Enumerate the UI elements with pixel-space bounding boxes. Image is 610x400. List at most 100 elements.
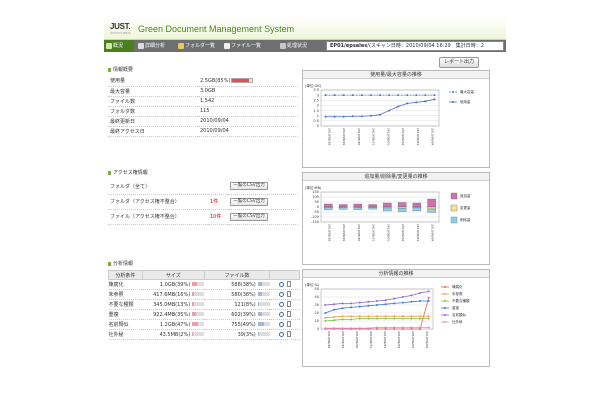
magnifier-icon[interactable] [278, 281, 284, 287]
data-point [350, 318, 353, 321]
data-point [393, 302, 396, 305]
tab-process-status-label: 処理状況 [287, 43, 308, 49]
analysis-condition: 未参照 [108, 289, 143, 300]
data-point [433, 98, 436, 101]
file-icon [224, 43, 230, 49]
info-row: フォルダ数 115 [108, 106, 298, 117]
data-point [342, 94, 345, 97]
files-bar-fill [257, 312, 263, 316]
tab-detail-analysis[interactable]: 詳細分析 [136, 40, 174, 52]
usage-bar-fill [232, 78, 250, 82]
analysis-files-value: 39(3%) [237, 331, 256, 338]
files-bar [257, 302, 270, 306]
tab-overview[interactable]: 概況 [104, 40, 134, 52]
data-point [427, 290, 430, 293]
size-bar-fill [192, 282, 197, 286]
analysis-row: 不要な種類 345.0MB(13%) 121(8%) [108, 299, 300, 310]
csv-export-button[interactable]: 一覧のCSV出力 [230, 212, 268, 221]
csv-export-button[interactable]: 一覧のCSV出力 [230, 197, 268, 206]
info-value: 2.5GB(85%) [198, 76, 298, 87]
nav-bar: 概況 詳細分析 フォルダ一覧 ファイル一覧 処理状況 EP01/epsales/… [104, 40, 506, 52]
analysis-size-value: 1.2GB(47%) [159, 321, 191, 328]
data-point [358, 327, 361, 330]
data-point [397, 94, 400, 97]
magnifier-icon[interactable] [278, 301, 284, 307]
analysis-files-value: 580(38%) [231, 291, 256, 298]
files-bar-fill [257, 302, 259, 306]
size-bar [192, 282, 205, 286]
tab-process-status[interactable]: 処理状況 [278, 40, 318, 52]
csv-export-button[interactable]: 一覧のCSV出力 [230, 182, 268, 191]
x-tick-label: 2010/08/29 [342, 224, 346, 241]
access-label: フォルダ（アクセス権不整合） [108, 194, 208, 210]
tab-folder-list-label: フォルダ一覧 [185, 43, 216, 49]
analysis-size: 345.0MB(13%) [142, 299, 205, 310]
info-label: フォルダ数 [108, 106, 198, 117]
info-value: 2010/09/04 [198, 126, 298, 137]
x-tick-label: 2010/08/28 [327, 331, 331, 348]
app-window: JUST. JUSTSYSTEMS Green Document Managem… [104, 18, 506, 381]
data-point [341, 307, 344, 310]
add-delete-change-chart: 追加量/削除量/変更量の推移 (単位:MB) 150 100 50 0 -50 -100 -1… [302, 172, 490, 265]
info-row: 最終アクセス日 2010/09/04 [108, 126, 298, 137]
data-point [419, 317, 422, 320]
data-point [393, 317, 396, 320]
access-count: 10件 [208, 209, 228, 225]
analysis-heading: 分析情報 [108, 260, 133, 268]
size-bar [192, 292, 205, 296]
magnifier-icon[interactable] [278, 311, 284, 317]
analysis-col-condition: 分析条件 [108, 270, 143, 280]
tab-folder-list[interactable]: フォルダ一覧 [176, 40, 220, 52]
data-point [332, 316, 335, 318]
data-point [384, 317, 387, 320]
y-tick-label: 50 [315, 287, 319, 291]
bar-add [368, 204, 377, 208]
x-tick-label: 2010/08/31 [372, 128, 376, 145]
magnifier-icon[interactable] [278, 291, 284, 297]
data-point [427, 317, 430, 320]
size-bar [192, 312, 205, 316]
analysis-size-value: 922.4MB(35%) [153, 311, 191, 318]
size-bar-fill [192, 322, 198, 326]
data-point [384, 315, 387, 318]
folder-icon [178, 43, 184, 49]
data-point [333, 115, 336, 118]
document-icon[interactable] [286, 280, 291, 287]
bar-delete [397, 208, 407, 212]
document-icon[interactable] [286, 320, 291, 327]
magnifier-icon[interactable] [278, 331, 284, 337]
tab-file-list[interactable]: ファイル一覧 [222, 40, 268, 52]
report-output-button[interactable]: レポート出力 [439, 57, 479, 68]
document-icon[interactable] [286, 290, 291, 297]
data-point [388, 109, 391, 112]
data-point [324, 94, 327, 97]
data-point [379, 94, 381, 97]
document-icon[interactable] [286, 330, 291, 337]
analysis-size-value: 43.5MB(2%) [159, 331, 191, 338]
analysis-size: 417.6MB(16%) [142, 289, 205, 300]
bar-add [338, 204, 348, 208]
info-label: ファイル数 [108, 96, 198, 107]
analysis-actions [269, 289, 300, 300]
data-point [379, 113, 381, 116]
data-point [324, 304, 327, 306]
legend-swatch [450, 192, 458, 200]
access-action: 一覧のCSV出力 [228, 179, 298, 195]
legend-swatch [450, 204, 458, 212]
data-point [358, 301, 361, 304]
magnifier-icon[interactable] [278, 321, 284, 327]
data-point [384, 303, 387, 306]
data-point [341, 302, 344, 305]
brand-logo-sub: JUSTSYSTEMS [110, 31, 131, 35]
analysis-col-actions [269, 270, 300, 280]
document-icon[interactable] [286, 310, 291, 317]
data-point [342, 115, 345, 118]
analysis-files: 39(3%) [204, 329, 270, 340]
data-point [341, 318, 344, 321]
x-tick-label: 2010/09/03 [416, 224, 420, 241]
data-point [415, 94, 418, 97]
data-point [419, 315, 422, 318]
tab-overview-label: 概況 [113, 43, 124, 49]
app-title: Green Document Management System [138, 24, 295, 34]
document-icon[interactable] [286, 300, 291, 307]
